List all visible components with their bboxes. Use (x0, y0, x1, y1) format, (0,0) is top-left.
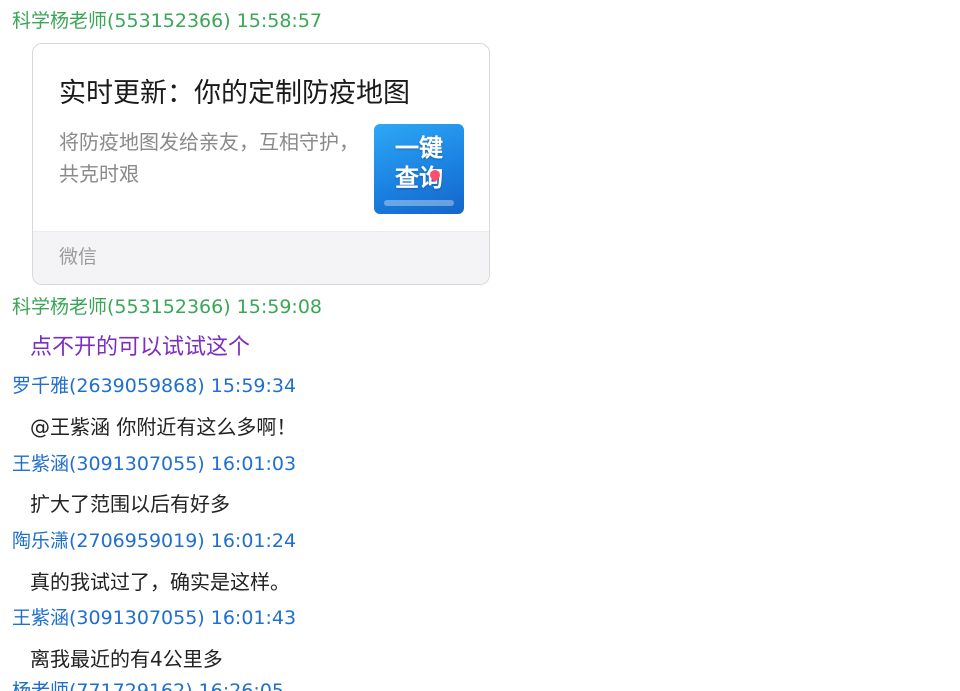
message-sender-header[interactable]: 王紫涵(3091307055) 16:01:43 (12, 605, 296, 631)
thumbnail-decoration (384, 200, 454, 206)
card-description: 将防疫地图发给亲友，互相守护，共克时艰 (59, 130, 359, 186)
thumbnail-text-line1: 一键 (395, 134, 443, 162)
message-sender-header[interactable]: 杨老师(771729162) 16:26:05 (12, 678, 284, 691)
message-text: 真的我试过了，确实是这样。 (30, 570, 290, 594)
card-footer: 微信 (33, 231, 489, 284)
shared-link-card[interactable]: 实时更新：你的定制防疫地图 将防疫地图发给亲友，互相守护，共克时艰 一键 查询 … (32, 43, 490, 285)
message-sender-header[interactable]: 王紫涵(3091307055) 16:01:03 (12, 451, 296, 477)
message-text: 点不开的可以试试这个 (30, 335, 251, 360)
card-source-label: 微信 (59, 246, 98, 268)
message-sender-header[interactable]: 陶乐潇(2706959019) 16:01:24 (12, 528, 296, 554)
thumbnail-text-line2: 查询 (395, 164, 443, 192)
message-text: 离我最近的有4公里多 (30, 647, 223, 671)
message-sender-header[interactable]: 罗千雅(2639059868) 15:59:34 (12, 373, 296, 399)
message-text: @王紫涵 你附近有这么多啊！ (30, 415, 297, 439)
card-title: 实时更新：你的定制防疫地图 (59, 78, 410, 109)
message-sender-header[interactable]: 科学杨老师(553152366) 15:58:57 (12, 8, 322, 34)
chat-transcript: 科学杨老师(553152366) 15:58:57 实时更新：你的定制防疫地图 … (0, 0, 960, 691)
card-thumbnail: 一键 查询 (374, 124, 464, 214)
message-text: 扩大了范围以后有好多 (30, 492, 230, 516)
message-sender-header[interactable]: 科学杨老师(553152366) 15:59:08 (12, 294, 322, 320)
